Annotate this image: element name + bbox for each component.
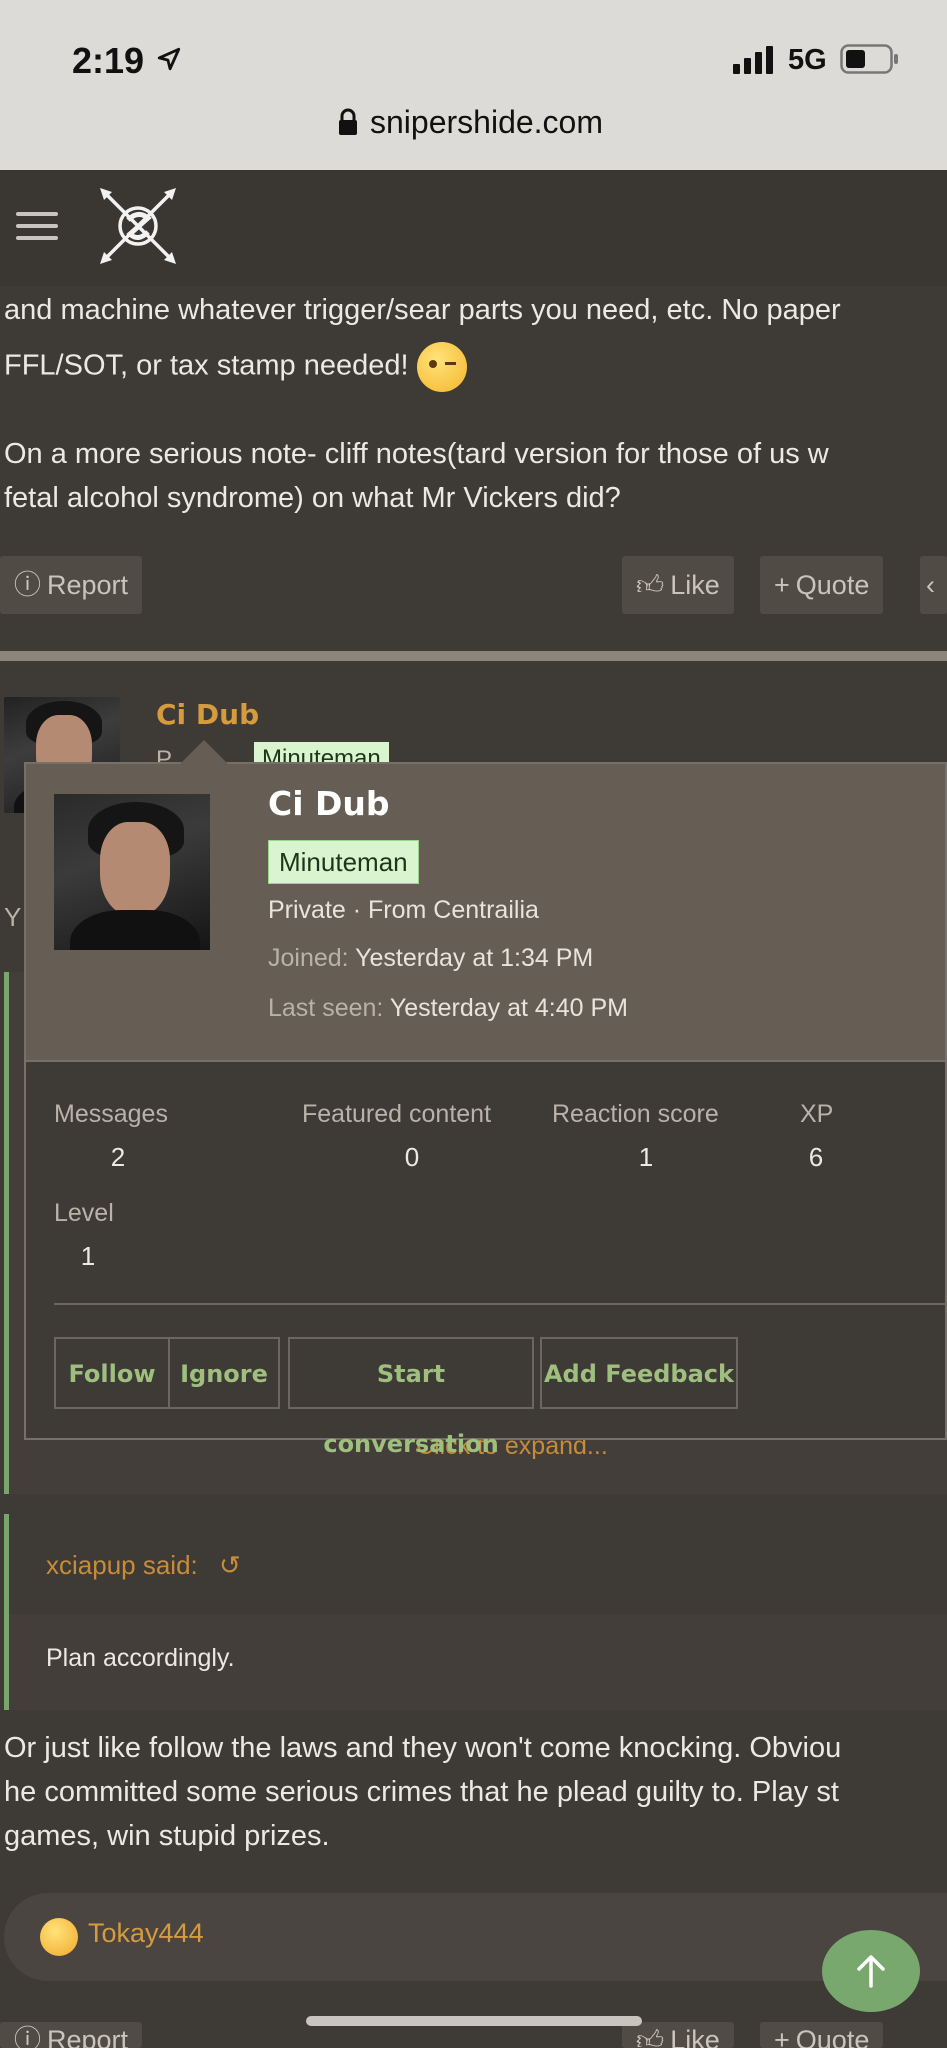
quote-button[interactable]: + Quote	[760, 2022, 884, 2048]
plus-icon: +	[774, 2025, 790, 2048]
like-button-label: Like	[670, 570, 720, 600]
report-button-label: Report	[47, 2025, 129, 2048]
add-feedback-button[interactable]: Add Feedback	[540, 1337, 738, 1409]
go-to-quote-icon[interactable]: ↺	[219, 1550, 241, 1580]
member-badge: Minuteman	[268, 840, 419, 884]
battery-icon	[840, 44, 898, 74]
post-text-line: Or just like follow the laws and they wo…	[4, 1732, 842, 1764]
ignore-button[interactable]: Ignore	[168, 1337, 280, 1409]
status-bar	[0, 0, 947, 170]
joined-value: Yesterday at 1:34 PM	[355, 944, 594, 972]
arrow-up-icon	[857, 1955, 885, 1988]
stat-label: Level	[54, 1199, 114, 1227]
member-avatar[interactable]	[54, 794, 210, 950]
stat-label: XP	[800, 1100, 834, 1128]
cellular-signal-icon	[733, 46, 773, 74]
stat-label: Featured content	[302, 1100, 492, 1128]
laughing-emoji-icon	[40, 1918, 78, 1956]
member-joined: Joined: Yesterday at 1:34 PM	[268, 944, 593, 973]
post-username[interactable]: Ci Dub	[156, 698, 259, 731]
network-type: 5G	[788, 44, 827, 76]
member-name[interactable]: Ci Dub	[268, 784, 390, 823]
status-time: 2:19	[72, 40, 145, 81]
stat-value: 6	[808, 1142, 824, 1172]
tooltip-arrow	[180, 740, 228, 764]
location-arrow-icon	[157, 47, 181, 71]
member-last-seen: Last seen: Yesterday at 4:40 PM	[268, 994, 628, 1023]
partial-text: Y	[4, 902, 22, 932]
quote-text: Plan accordingly.	[46, 1644, 235, 1672]
thumbs-up-icon: 👍︎	[636, 570, 665, 600]
post-text-line: On a more serious note- cliff notes(tard…	[4, 438, 829, 470]
reaction-user[interactable]: Tokay444	[88, 1918, 204, 1949]
stat-value: 1	[80, 1241, 96, 1271]
scroll-to-top-button[interactable]	[822, 1930, 920, 2012]
report-button[interactable]: ⓘ Report	[0, 556, 143, 614]
quote-button-label: Quote	[795, 2025, 870, 2048]
post-divider	[0, 651, 947, 661]
post-text-line: and machine whatever trigger/sear parts …	[4, 294, 841, 326]
quote-button[interactable]: + Quote	[760, 556, 884, 614]
start-conversation-button[interactable]: Start conversation	[288, 1337, 534, 1458]
wink-emoji-icon	[416, 342, 467, 392]
report-button-label: Report	[47, 570, 129, 600]
joined-label: Joined:	[268, 944, 349, 972]
thumbs-up-icon: 👍︎	[636, 2025, 665, 2048]
last-seen-label: Last seen:	[268, 994, 384, 1022]
stat-value[interactable]: 0	[302, 1142, 522, 1173]
post-text-line: FFL/SOT, or tax stamp needed!	[4, 342, 467, 392]
stat-value[interactable]: 1	[552, 1142, 740, 1173]
stat-value[interactable]: 2	[54, 1142, 182, 1173]
home-indicator[interactable]	[306, 2016, 642, 2026]
reply-arrow-icon: ‹	[926, 570, 935, 600]
stat-label: Messages	[54, 1100, 168, 1128]
post-text-fragment: FFL/SOT, or tax stamp needed!	[4, 349, 409, 382]
follow-button[interactable]: Follow	[54, 1337, 170, 1409]
quote-button-label: Quote	[795, 570, 870, 600]
like-button[interactable]: 👍︎ Like	[622, 2022, 734, 2048]
alert-circle-icon: ⓘ	[14, 570, 41, 600]
address-bar-url[interactable]: snipershide.com	[370, 104, 603, 141]
lock-icon	[339, 108, 357, 135]
post-text-line: he committed some serious crimes that he…	[4, 1776, 839, 1808]
popup-divider	[54, 1303, 947, 1305]
plus-icon: +	[774, 570, 790, 600]
like-button[interactable]: 👍︎ Like	[622, 556, 734, 614]
post-text-line: games, win stupid prizes.	[4, 1820, 330, 1852]
site-logo[interactable]	[98, 186, 178, 266]
reply-button[interactable]: ‹	[920, 556, 947, 614]
report-button[interactable]: ⓘ Report	[0, 2022, 143, 2048]
last-seen-value: Yesterday at 4:40 PM	[389, 994, 628, 1022]
member-meta: Private · From Centrailia	[268, 896, 539, 924]
stat-label: Reaction score	[552, 1100, 719, 1128]
menu-icon[interactable]	[16, 212, 58, 244]
quote-author-text: xciapup said:	[46, 1550, 198, 1580]
post-text-line: fetal alcohol syndrome) on what Mr Vicke…	[4, 482, 621, 514]
alert-circle-icon: ⓘ	[14, 2025, 41, 2048]
like-button-label: Like	[670, 2025, 720, 2048]
quote-author[interactable]: xciapup said: ↺	[46, 1550, 241, 1581]
